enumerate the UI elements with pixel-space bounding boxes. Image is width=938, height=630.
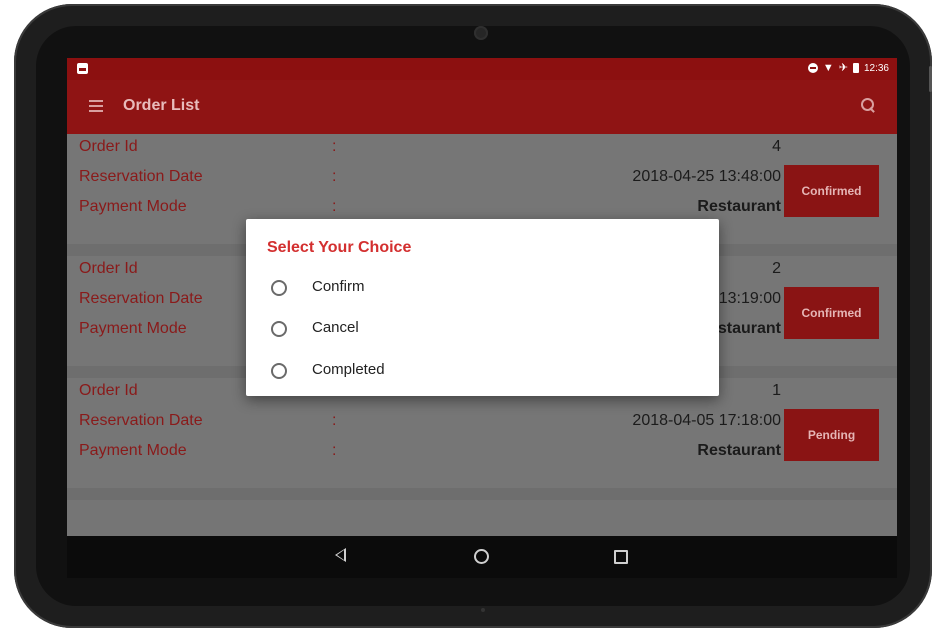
status-button[interactable]: Pending — [784, 409, 879, 461]
option-label: Completed — [312, 361, 385, 378]
reservation-date-label: Reservation Date — [79, 412, 203, 429]
payment-mode-label: Payment Mode — [79, 442, 187, 459]
status-time: 12:36 — [863, 62, 889, 74]
payment-mode-row: Payment Mode : Restaurant — [79, 438, 781, 468]
search-icon[interactable] — [861, 98, 875, 113]
radio-button-icon[interactable] — [271, 363, 287, 379]
status-button[interactable]: Confirmed — [784, 165, 879, 217]
order-id-label: Order Id — [79, 138, 138, 155]
reservation-date-row: Reservation Date : 2018-04-05 17:18:00 — [79, 408, 781, 438]
option-completed[interactable]: Completed — [246, 352, 719, 390]
do-not-disturb-icon — [807, 63, 818, 73]
radio-button-icon[interactable] — [271, 321, 287, 337]
reservation-date-value: 2018-04-05 17:18:00 — [632, 412, 781, 429]
back-icon[interactable] — [335, 548, 346, 562]
system-nav-bar — [67, 536, 897, 578]
status-button[interactable]: Confirmed — [784, 287, 879, 339]
battery-icon — [852, 63, 859, 73]
colon: : — [332, 442, 337, 459]
airplane-icon: ✈ — [838, 62, 848, 74]
hamburger-menu-icon[interactable] — [89, 99, 107, 113]
order-id-label: Order Id — [79, 382, 138, 399]
colon: : — [332, 138, 337, 155]
front-camera — [474, 26, 488, 40]
app-bar: Order List — [67, 80, 897, 134]
order-id-value: 2 — [772, 260, 781, 277]
status-icons: ▼ ✈ 12:36 — [807, 61, 889, 75]
option-cancel[interactable]: Cancel — [246, 310, 719, 348]
status-bar: ▼ ✈ 12:36 — [67, 58, 897, 80]
order-id-value: 4 — [772, 138, 781, 155]
dialog-title: Select Your Choice — [267, 239, 412, 256]
reservation-date-label: Reservation Date — [79, 168, 203, 185]
order-card[interactable]: Order Id : 1 Reservation Date : 2018-04-… — [67, 378, 897, 500]
option-confirm[interactable]: Confirm — [246, 269, 719, 307]
colon: : — [332, 412, 337, 429]
option-label: Cancel — [312, 319, 359, 336]
order-id-label: Order Id — [79, 260, 138, 277]
payment-mode-value: Restaurant — [697, 442, 781, 459]
choice-dialog: Select Your Choice Confirm Cancel Comple… — [246, 219, 719, 396]
option-label: Confirm — [312, 278, 365, 295]
reservation-date-row: Reservation Date : 2018-04-25 13:48:00 — [79, 164, 781, 194]
reservation-date-label: Reservation Date — [79, 290, 203, 307]
radio-button-icon[interactable] — [271, 280, 287, 296]
reservation-date-value: 2018-04-25 13:48:00 — [632, 168, 781, 185]
payment-mode-value: Restaurant — [697, 198, 781, 215]
colon: : — [332, 168, 337, 185]
image-notification-icon — [77, 63, 88, 74]
payment-mode-label: Payment Mode — [79, 198, 187, 215]
payment-mode-label: Payment Mode — [79, 320, 187, 337]
screen: ▼ ✈ 12:36 Order List Order Id : 4 Reserv… — [67, 58, 897, 578]
order-id-value: 1 — [772, 382, 781, 399]
wifi-icon: ▼ — [822, 62, 834, 74]
recent-apps-icon[interactable] — [614, 550, 628, 564]
power-button — [929, 66, 932, 92]
microphone-hole — [481, 608, 485, 612]
order-id-row: Order Id : 4 — [79, 134, 781, 164]
home-icon[interactable] — [474, 549, 489, 564]
page-title: Order List — [123, 97, 200, 114]
colon: : — [332, 198, 337, 215]
